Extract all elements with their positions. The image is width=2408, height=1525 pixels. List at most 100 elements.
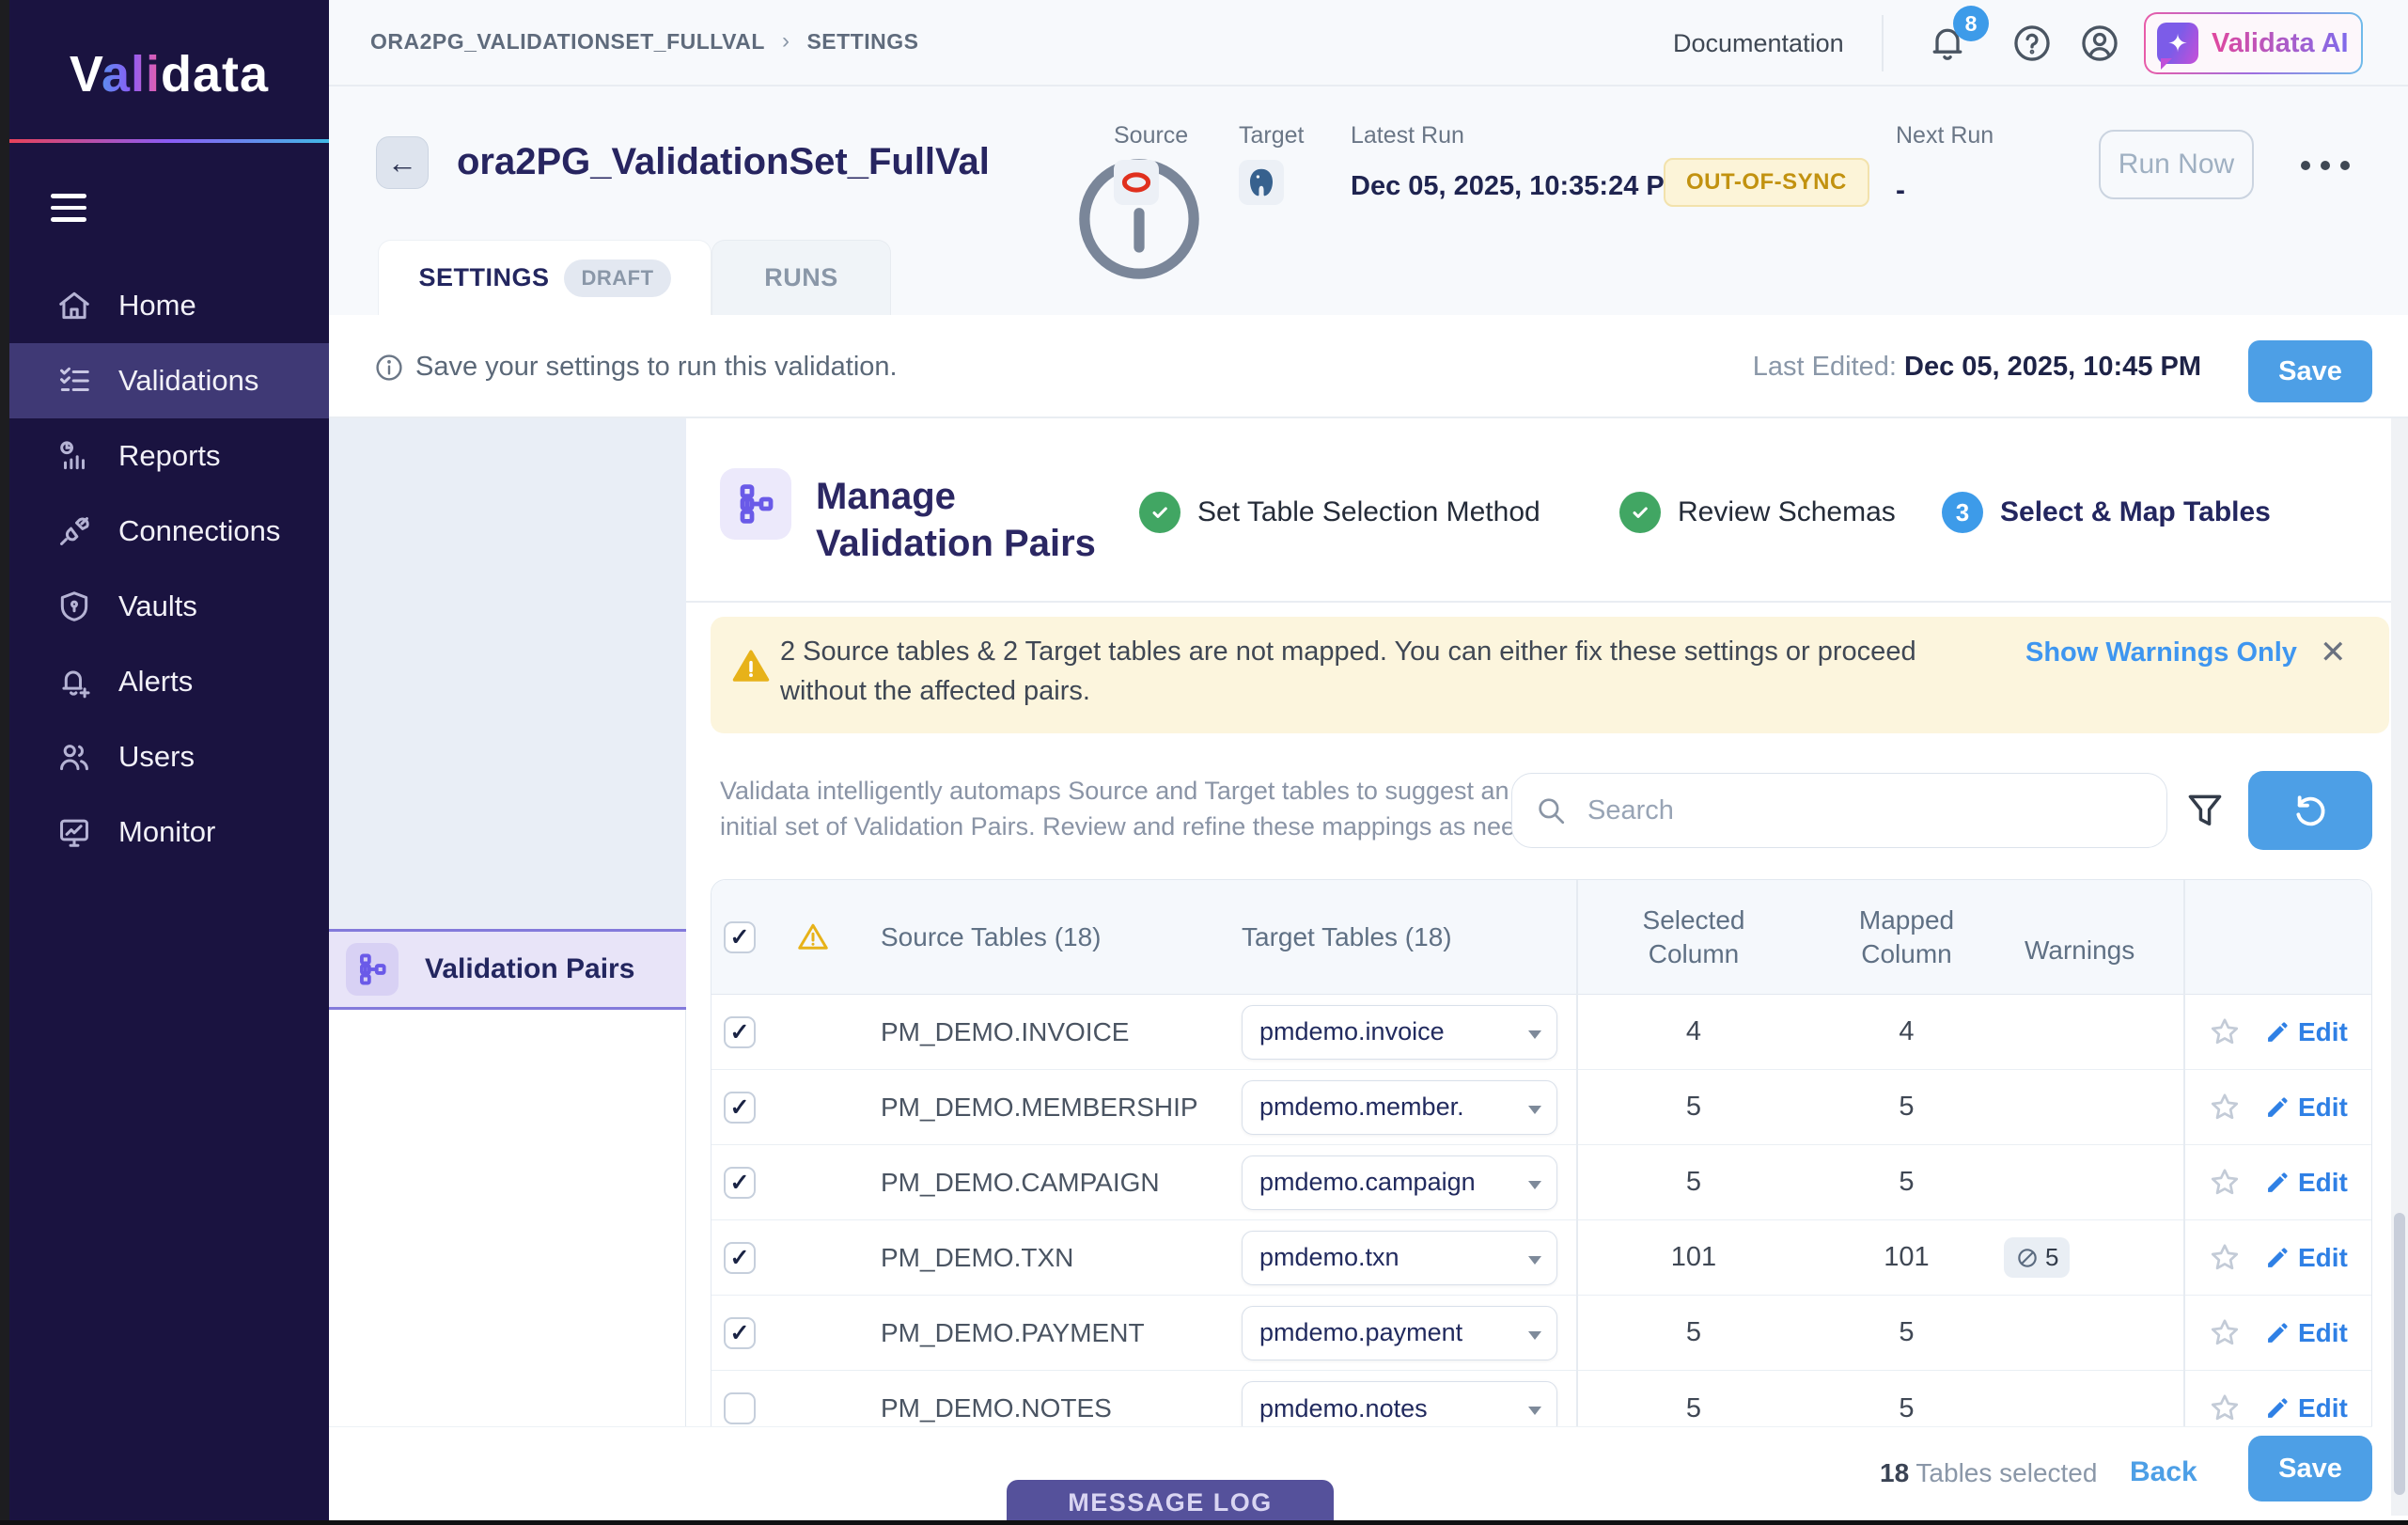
- show-warnings-only-link[interactable]: Show Warnings Only: [2025, 637, 2297, 668]
- step-done-check-icon: [1619, 492, 1661, 533]
- chevron-down-icon: [1528, 1030, 1541, 1039]
- monitor-icon: [56, 814, 92, 850]
- validation-pairs-icon: [346, 943, 399, 996]
- tab-settings[interactable]: SETTINGS DRAFT: [378, 240, 711, 315]
- table-row: PM_DEMO.MEMBERSHIP pmdemo.member. 5 5 Ed…: [711, 1070, 2371, 1145]
- mapped-column-count: 5: [1811, 1317, 2002, 1348]
- row-checkbox[interactable]: [724, 1016, 756, 1048]
- sidebar: Validata Home Validations Reports Connec…: [9, 0, 329, 1525]
- selected-column-header[interactable]: Selected Column: [1576, 904, 1811, 971]
- source-table-name: PM_DEMO.INVOICE: [854, 1017, 1212, 1047]
- sidebar-item-users[interactable]: Users: [9, 719, 329, 794]
- select-all-checkbox[interactable]: [724, 921, 756, 953]
- step-review-schemas[interactable]: Review Schemas: [1619, 492, 1896, 533]
- row-checkbox[interactable]: [724, 1392, 756, 1424]
- mapped-column-header[interactable]: Mapped Column: [1811, 904, 2002, 971]
- target-table-dropdown[interactable]: pmdemo.invoice: [1242, 1005, 1557, 1060]
- edit-button[interactable]: Edit: [2264, 1017, 2348, 1047]
- breadcrumb-parent[interactable]: ORA2PG_VALIDATIONSET_FULLVAL: [370, 29, 765, 55]
- validata-ai-button[interactable]: ✦ Validata AI: [2144, 12, 2363, 74]
- edit-button[interactable]: Edit: [2264, 1243, 2348, 1273]
- tab-runs[interactable]: RUNS: [711, 240, 891, 315]
- sidebar-item-home[interactable]: Home: [9, 268, 329, 343]
- favorite-star-icon[interactable]: [2208, 1316, 2242, 1350]
- section-title: Manage Validation Pairs: [816, 473, 1096, 567]
- favorite-star-icon[interactable]: [2208, 1166, 2242, 1200]
- target-table-dropdown[interactable]: pmdemo.payment: [1242, 1306, 1557, 1360]
- menu-hamburger-icon[interactable]: [51, 194, 88, 226]
- help-icon[interactable]: [2011, 23, 2053, 64]
- search-box: [1511, 773, 2167, 848]
- favorite-star-icon[interactable]: [2208, 1241, 2242, 1275]
- user-account-icon[interactable]: [2079, 23, 2120, 64]
- sidebar-item-monitor[interactable]: Monitor: [9, 794, 329, 870]
- subpanel-item-validation-pairs[interactable]: Validation Pairs: [329, 929, 686, 1010]
- table-row: PM_DEMO.INVOICE pmdemo.invoice 4 4 Edit: [711, 995, 2371, 1070]
- step-number-badge: 3: [1942, 492, 1983, 533]
- info-icon[interactable]: [998, 149, 1030, 181]
- topbar-divider: [1882, 15, 1884, 71]
- chevron-down-icon: [1528, 1331, 1541, 1340]
- back-button[interactable]: ←: [376, 136, 429, 189]
- sidebar-item-reports[interactable]: Reports: [9, 418, 329, 494]
- row-checkbox[interactable]: [724, 1317, 756, 1349]
- target-table-dropdown[interactable]: pmdemo.member.: [1242, 1080, 1557, 1135]
- warnings-header[interactable]: Warnings: [2002, 935, 2183, 966]
- sidebar-item-label: Connections: [118, 514, 280, 548]
- plug-icon: [56, 513, 92, 549]
- target-table-dropdown[interactable]: pmdemo.campaign: [1242, 1156, 1557, 1210]
- selected-column-count: 5: [1576, 1317, 1811, 1348]
- last-edited-value: Dec 05, 2025, 10:45 PM: [1904, 352, 2201, 382]
- sidebar-item-alerts[interactable]: Alerts: [9, 644, 329, 719]
- edit-button[interactable]: Edit: [2264, 1393, 2348, 1423]
- target-table-dropdown[interactable]: pmdemo.txn: [1242, 1231, 1557, 1285]
- sidebar-item-connections[interactable]: Connections: [9, 494, 329, 569]
- sidebar-item-label: Users: [118, 740, 195, 774]
- favorite-star-icon[interactable]: [2208, 1391, 2242, 1425]
- edit-button[interactable]: Edit: [2264, 1318, 2348, 1348]
- collapse-panel-icon[interactable]: [2314, 494, 2357, 533]
- back-link[interactable]: Back: [2130, 1456, 2197, 1488]
- notification-count-badge: 8: [1953, 6, 1989, 41]
- row-checkbox[interactable]: [724, 1242, 756, 1274]
- more-options-ellipsis-icon[interactable]: [2301, 156, 2359, 175]
- window-bottom-edge: [0, 1520, 2408, 1525]
- breadcrumb-chevron-icon: ›: [782, 28, 790, 55]
- ai-chat-sparkle-icon: ✦: [2157, 23, 2198, 64]
- main-panel: Manage Validation Pairs Set Table Select…: [686, 418, 2408, 1525]
- filter-funnel-icon[interactable]: [2184, 788, 2226, 833]
- source-table-name: PM_DEMO.TXN: [854, 1243, 1212, 1273]
- sidebar-item-validations[interactable]: Validations: [9, 343, 329, 418]
- search-input[interactable]: [1587, 795, 2144, 826]
- message-log-button[interactable]: MESSAGE LOG: [1007, 1480, 1334, 1525]
- manage-header: Manage Validation Pairs Set Table Select…: [686, 418, 2408, 603]
- step-set-table-selection-method[interactable]: Set Table Selection Method: [1139, 492, 1540, 533]
- warnings-count-badge[interactable]: 5: [2004, 1237, 2070, 1278]
- save-button[interactable]: Save: [2248, 340, 2372, 402]
- scrollbar-thumb[interactable]: [2394, 1213, 2405, 1495]
- row-checkbox[interactable]: [724, 1092, 756, 1124]
- favorite-star-icon[interactable]: [2208, 1015, 2242, 1049]
- last-edited-text: Last Edited: Dec 05, 2025, 10:45 PM: [1753, 352, 2201, 383]
- documentation-link[interactable]: Documentation: [1673, 29, 1844, 58]
- refresh-button[interactable]: [2248, 771, 2372, 850]
- edit-button[interactable]: Edit: [2264, 1168, 2348, 1198]
- edit-button[interactable]: Edit: [2264, 1093, 2348, 1123]
- favorite-star-icon[interactable]: [2208, 1091, 2242, 1124]
- target-tables-header[interactable]: Target Tables (18): [1212, 922, 1576, 952]
- step-select-and-map-tables[interactable]: 3 Select & Map Tables: [1942, 492, 2271, 533]
- row-checkbox[interactable]: [724, 1167, 756, 1199]
- source-label: Source: [1114, 122, 1188, 149]
- next-run-label: Next Run: [1896, 122, 1994, 149]
- sidebar-item-vaults[interactable]: Vaults: [9, 569, 329, 644]
- save-button[interactable]: Save: [2248, 1436, 2372, 1501]
- sidebar-item-label: Reports: [118, 439, 221, 473]
- close-icon[interactable]: ✕: [2320, 634, 2347, 671]
- mapped-column-count: 5: [1811, 1092, 2002, 1123]
- page-title: ora2PG_ValidationSet_FullVal: [457, 141, 990, 183]
- mapped-column-count: 4: [1811, 1016, 2002, 1047]
- run-now-button[interactable]: Run Now: [2099, 130, 2254, 199]
- source-tables-header[interactable]: Source Tables (18): [854, 922, 1212, 952]
- chevron-down-icon: [1528, 1181, 1541, 1189]
- validation-pairs-table: Source Tables (18) Target Tables (18) Se…: [711, 879, 2372, 1445]
